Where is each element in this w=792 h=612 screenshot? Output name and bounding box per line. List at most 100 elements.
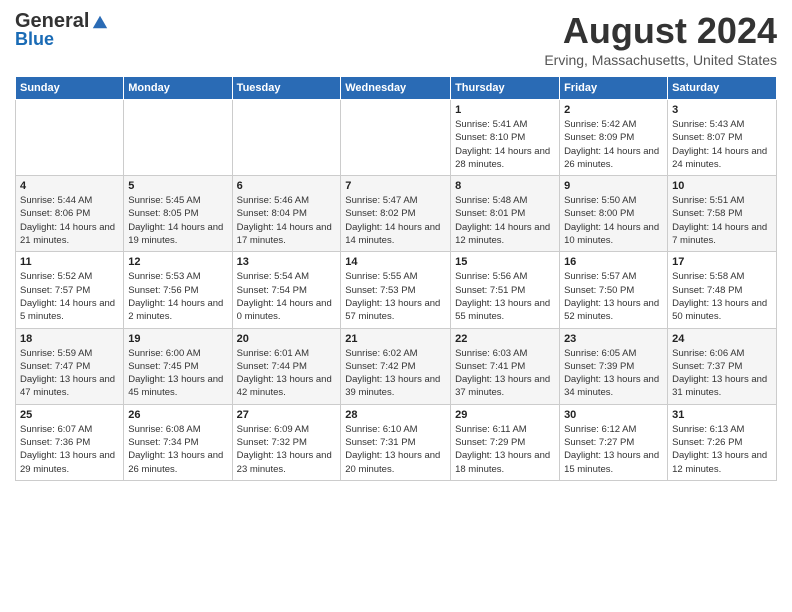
day-header-sunday: Sunday [16,77,124,100]
day-cell: 14 Sunrise: 5:55 AMSunset: 7:53 PMDayligh… [341,252,451,328]
day-number: 27 [237,409,337,421]
day-number: 14 [345,256,446,268]
day-info: Sunrise: 6:02 AMSunset: 7:42 PMDaylight:… [345,347,446,400]
day-cell: 4 Sunrise: 5:44 AMSunset: 8:06 PMDaylight… [16,176,124,252]
day-info: Sunrise: 5:45 AMSunset: 8:05 PMDaylight:… [128,194,227,247]
day-number: 31 [672,409,772,421]
day-info: Sunrise: 5:47 AMSunset: 8:02 PMDaylight:… [345,194,446,247]
day-cell: 28Sunrise: 6:10 AMSunset: 7:31 PMDayligh… [341,404,451,480]
day-info: Sunrise: 5:46 AMSunset: 8:04 PMDaylight:… [237,194,337,247]
day-cell: 17 Sunrise: 5:58 AMSunset: 7:48 PMDayligh… [668,252,777,328]
day-info: Sunrise: 5:44 AMSunset: 8:06 PMDaylight:… [20,194,119,247]
day-info: Sunrise: 5:42 AMSunset: 8:09 PMDaylight:… [564,118,663,171]
day-info: Sunrise: 5:58 AMSunset: 7:48 PMDaylight:… [672,270,772,323]
day-info: Sunrise: 5:41 AMSunset: 8:10 PMDaylight:… [455,118,555,171]
day-number: 8 [455,180,555,192]
day-cell [341,100,451,176]
day-cell: 3 Sunrise: 5:43 AMSunset: 8:07 PMDaylight… [668,100,777,176]
day-number: 6 [237,180,337,192]
day-number: 22 [455,333,555,345]
day-number: 23 [564,333,663,345]
week-row-2: 4 Sunrise: 5:44 AMSunset: 8:06 PMDaylight… [16,176,777,252]
week-row-1: 1 Sunrise: 5:41 AMSunset: 8:10 PMDaylight… [16,100,777,176]
day-info: Sunrise: 5:55 AMSunset: 7:53 PMDaylight:… [345,270,446,323]
day-header-wednesday: Wednesday [341,77,451,100]
day-info: Sunrise: 6:09 AMSunset: 7:32 PMDaylight:… [237,423,337,476]
day-info: Sunrise: 5:43 AMSunset: 8:07 PMDaylight:… [672,118,772,171]
day-cell: 1 Sunrise: 5:41 AMSunset: 8:10 PMDaylight… [451,100,560,176]
calendar-table: SundayMondayTuesdayWednesdayThursdayFrid… [15,76,777,481]
calendar-header-row: SundayMondayTuesdayWednesdayThursdayFrid… [16,77,777,100]
day-info: Sunrise: 5:52 AMSunset: 7:57 PMDaylight:… [20,270,119,323]
day-info: Sunrise: 5:48 AMSunset: 8:01 PMDaylight:… [455,194,555,247]
day-info: Sunrise: 6:05 AMSunset: 7:39 PMDaylight:… [564,347,663,400]
day-info: Sunrise: 5:53 AMSunset: 7:56 PMDaylight:… [128,270,227,323]
day-number: 30 [564,409,663,421]
day-cell: 12Sunrise: 5:53 AMSunset: 7:56 PMDayligh… [124,252,232,328]
day-cell [124,100,232,176]
day-number: 9 [564,180,663,192]
day-cell [232,100,341,176]
day-header-friday: Friday [560,77,668,100]
day-number: 11 [20,256,119,268]
day-info: Sunrise: 5:56 AMSunset: 7:51 PMDaylight:… [455,270,555,323]
day-cell: 20 Sunrise: 6:01 AMSunset: 7:44 PMDayligh… [232,328,341,404]
day-info: Sunrise: 5:50 AMSunset: 8:00 PMDaylight:… [564,194,663,247]
week-row-4: 18 Sunrise: 5:59 AMSunset: 7:47 PMDayligh… [16,328,777,404]
day-number: 10 [672,180,772,192]
day-number: 7 [345,180,446,192]
day-cell: 13Sunrise: 5:54 AMSunset: 7:54 PMDayligh… [232,252,341,328]
day-number: 18 [20,333,119,345]
day-number: 20 [237,333,337,345]
day-number: 5 [128,180,227,192]
day-info: Sunrise: 6:08 AMSunset: 7:34 PMDaylight:… [128,423,227,476]
day-info: Sunrise: 5:51 AMSunset: 7:58 PMDaylight:… [672,194,772,247]
day-cell: 6 Sunrise: 5:46 AMSunset: 8:04 PMDaylight… [232,176,341,252]
day-number: 1 [455,104,555,116]
logo-blue-text: Blue [15,29,54,50]
day-cell: 8 Sunrise: 5:48 AMSunset: 8:01 PMDaylight… [451,176,560,252]
day-cell: 15 Sunrise: 5:56 AMSunset: 7:51 PMDayligh… [451,252,560,328]
calendar-body: 1 Sunrise: 5:41 AMSunset: 8:10 PMDaylight… [16,100,777,481]
day-number: 25 [20,409,119,421]
day-cell: 25 Sunrise: 6:07 AMSunset: 7:36 PMDayligh… [16,404,124,480]
day-number: 17 [672,256,772,268]
week-row-3: 11 Sunrise: 5:52 AMSunset: 7:57 PMDayligh… [16,252,777,328]
day-info: Sunrise: 6:01 AMSunset: 7:44 PMDaylight:… [237,347,337,400]
day-cell: 31Sunrise: 6:13 AMSunset: 7:26 PMDayligh… [668,404,777,480]
day-cell: 2 Sunrise: 5:42 AMSunset: 8:09 PMDaylight… [560,100,668,176]
day-number: 2 [564,104,663,116]
page-header: General Blue August 2024 Erving, Massach… [15,10,777,68]
day-info: Sunrise: 6:07 AMSunset: 7:36 PMDaylight:… [20,423,119,476]
day-info: Sunrise: 6:00 AMSunset: 7:45 PMDaylight:… [128,347,227,400]
day-cell: 9 Sunrise: 5:50 AMSunset: 8:00 PMDaylight… [560,176,668,252]
day-number: 21 [345,333,446,345]
day-cell: 24Sunrise: 6:06 AMSunset: 7:37 PMDayligh… [668,328,777,404]
title-block: August 2024 Erving, Massachusetts, Unite… [544,10,777,68]
day-number: 3 [672,104,772,116]
day-cell: 7 Sunrise: 5:47 AMSunset: 8:02 PMDaylight… [341,176,451,252]
day-header-monday: Monday [124,77,232,100]
day-cell: 26Sunrise: 6:08 AMSunset: 7:34 PMDayligh… [124,404,232,480]
day-cell: 5 Sunrise: 5:45 AMSunset: 8:05 PMDaylight… [124,176,232,252]
day-number: 16 [564,256,663,268]
month-title: August 2024 [544,10,777,52]
day-header-saturday: Saturday [668,77,777,100]
day-info: Sunrise: 6:11 AMSunset: 7:29 PMDaylight:… [455,423,555,476]
day-info: Sunrise: 5:59 AMSunset: 7:47 PMDaylight:… [20,347,119,400]
day-number: 28 [345,409,446,421]
day-number: 19 [128,333,227,345]
day-info: Sunrise: 6:12 AMSunset: 7:27 PMDaylight:… [564,423,663,476]
day-number: 4 [20,180,119,192]
day-cell: 18 Sunrise: 5:59 AMSunset: 7:47 PMDayligh… [16,328,124,404]
logo-icon [91,13,109,31]
day-number: 15 [455,256,555,268]
day-cell: 29Sunrise: 6:11 AMSunset: 7:29 PMDayligh… [451,404,560,480]
day-cell: 11 Sunrise: 5:52 AMSunset: 7:57 PMDayligh… [16,252,124,328]
day-cell: 21 Sunrise: 6:02 AMSunset: 7:42 PMDayligh… [341,328,451,404]
day-cell: 23 Sunrise: 6:05 AMSunset: 7:39 PMDayligh… [560,328,668,404]
week-row-5: 25 Sunrise: 6:07 AMSunset: 7:36 PMDayligh… [16,404,777,480]
day-header-tuesday: Tuesday [232,77,341,100]
location-subtitle: Erving, Massachusetts, United States [544,52,777,68]
day-number: 13 [237,256,337,268]
